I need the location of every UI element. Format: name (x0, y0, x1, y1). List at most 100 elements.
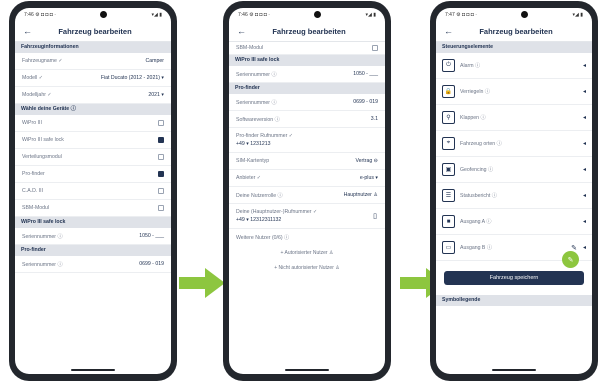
device-verteilungsmodul[interactable]: Verteilungsmodul (15, 149, 171, 166)
section-pro-finder: Pro-finder (15, 245, 171, 256)
device-wipro-safe-lock[interactable]: WiPro III safe lock (15, 132, 171, 149)
control-alarm[interactable]: ⏻ Alarm ⓘ ◂ (436, 53, 592, 79)
section-devices: Wähle deine Geräte ⓘ (15, 104, 171, 115)
app-bar: ← Fahrzeug bearbeiten (436, 21, 592, 42)
phone-icon[interactable]: ▯ (373, 212, 377, 220)
device-label: WiPro III (22, 120, 42, 126)
field-value: Fiat Ducato (2012 - 2021) ▾ (100, 75, 164, 81)
device-label: Pro-finder (22, 171, 45, 177)
field-label: Seriennummer ⓘ (236, 71, 277, 78)
field-label: Deine Nutzerrolle ⓘ (236, 192, 283, 199)
chevron-left-icon[interactable]: ◂ (583, 140, 586, 147)
camera-icon (314, 11, 322, 18)
status-bar: 7:47 ⚙ ◘ ◘ ◘ · ▾◢ ▮ (436, 8, 592, 21)
add-unauthorized-user-button[interactable]: + Nicht autorisierter Nutzer ♙ (229, 260, 385, 275)
checkbox[interactable] (158, 154, 164, 160)
field-label: Pro-finder Rufnummer ✓ (236, 133, 294, 139)
provider-select[interactable]: Anbieter ✓ e-plus ▾ (229, 170, 385, 187)
field-value: 1050 - ___ (139, 233, 164, 239)
geofence-icon: ▣ (442, 163, 455, 176)
field-label: SIM-Kartentyp (236, 158, 270, 164)
serial-number-field[interactable]: Seriennummer ⓘ 1050 - ___ (15, 228, 171, 245)
checkbox[interactable] (158, 205, 164, 211)
edit-fab-button[interactable]: ✎ (562, 251, 579, 268)
checkbox[interactable] (158, 120, 164, 126)
status-time: 7:46 ⚙ ◘ ◘ ◘ · (24, 11, 56, 18)
pro-finder-serial-field[interactable]: Seriennummer ⓘ 0699 - 019 (15, 256, 171, 273)
control-status-report[interactable]: ☰ Statusbericht ⓘ ◂ (436, 183, 592, 209)
power-icon: ⏻ (442, 59, 455, 72)
vehicle-name-field[interactable]: Fahrzeugname ✓ Camper (15, 53, 171, 70)
control-output-a[interactable]: ■ Ausgang A ⓘ ◂ (436, 209, 592, 235)
back-arrow-icon[interactable]: ← (444, 26, 462, 36)
device-cad-iii[interactable]: C.A.D. III (15, 183, 171, 200)
output-a-icon: ■ (442, 215, 455, 228)
field-value: 0699 - 019 (353, 99, 378, 105)
status-indicators: ▾◢ ▮ (151, 11, 162, 18)
status-bar: 7:46 ⚙ ◘ ◘ ◘ · ▾◢ ▮ (15, 8, 171, 21)
more-users-label: Weitere Nutzer (0/6) ⓘ (229, 229, 385, 245)
chevron-left-icon[interactable]: ◂ (583, 62, 586, 69)
user-role-field[interactable]: Deine Nutzerrolle ⓘ Hauptnutzer ♙ (229, 187, 385, 204)
page-title: Fahrzeug bearbeiten (272, 26, 346, 36)
chevron-left-icon[interactable]: ◂ (583, 192, 586, 199)
field-label: Seriennummer ⓘ (22, 261, 63, 268)
field-value: +49 ▾ 12312311132 (236, 217, 282, 223)
device-sbm-modul[interactable]: SBM-Modul (15, 200, 171, 217)
home-indicator (285, 369, 329, 371)
output-b-icon: ▭ (442, 241, 455, 254)
status-indicators: ▾◢ ▮ (572, 11, 583, 18)
software-version-field[interactable]: Softwareversion ⓘ 3.1 (229, 111, 385, 128)
phone-screen-3: 7:47 ⚙ ◘ ◘ ◘ · ▾◢ ▮ ← Fahrzeug bearbeite… (436, 8, 592, 374)
main-phone-field[interactable]: Deine (Hauptnutzer-)Rufnummer ✓ +49 ▾ 12… (229, 204, 385, 229)
chevron-left-icon[interactable]: ◂ (583, 244, 586, 251)
control-flaps[interactable]: ⚲ Klappen ⓘ ◂ (436, 105, 592, 131)
control-label: Fahrzeug orten ⓘ (460, 141, 502, 147)
phone-screen-2: 7:46 ⚙ ◘ ◘ ◘ · ▾◢ ▮ ← Fahrzeug bearbeite… (229, 8, 385, 374)
device-pro-finder[interactable]: Pro-finder (15, 166, 171, 183)
control-label: Verriegeln ⓘ (460, 89, 490, 95)
device-sbm-modul[interactable]: SBM-Modul (229, 42, 385, 55)
field-value: 3.1 (370, 116, 378, 122)
back-arrow-icon[interactable]: ← (23, 26, 41, 36)
control-lock[interactable]: 🔒 Verriegeln ⓘ ◂ (436, 79, 592, 105)
pro-finder-serial-field[interactable]: Seriennummer ⓘ 0699 - 019 (229, 94, 385, 111)
model-select[interactable]: Modell ✓ Fiat Ducato (2012 - 2021) ▾ (15, 70, 171, 87)
field-value: Camper (145, 58, 164, 64)
camera-icon (521, 11, 529, 18)
control-label: Alarm ⓘ (460, 63, 481, 69)
checkbox-checked[interactable] (158, 171, 164, 177)
back-arrow-icon[interactable]: ← (237, 26, 255, 36)
phone-frame-3: 7:47 ⚙ ◘ ◘ ◘ · ▾◢ ▮ ← Fahrzeug bearbeite… (430, 1, 598, 381)
serial-number-field[interactable]: Seriennummer ⓘ 1050 - ___ (229, 66, 385, 83)
chevron-left-icon[interactable]: ◂ (583, 88, 586, 95)
chevron-left-icon[interactable]: ◂ (583, 218, 586, 225)
chevron-left-icon[interactable]: ◂ (583, 166, 586, 173)
checkbox-checked[interactable] (158, 137, 164, 143)
pro-finder-phone-field[interactable]: Pro-finder Rufnummer ✓ +49 ▾ 1231213 (229, 128, 385, 153)
control-label: Klappen ⓘ (460, 115, 486, 121)
control-geofencing[interactable]: ▣ Geofencing ⓘ ◂ (436, 157, 592, 183)
save-vehicle-button[interactable]: Fahrzeug speichern (444, 271, 584, 285)
add-authorized-user-button[interactable]: + Autorisierter Nutzer ♙ (229, 245, 385, 260)
checkbox[interactable] (372, 45, 378, 51)
field-label: Fahrzeugname ✓ (22, 58, 63, 64)
field-label: Seriennummer ⓘ (236, 99, 277, 106)
status-time: 7:46 ⚙ ◘ ◘ ◘ · (238, 11, 270, 18)
model-year-select[interactable]: Modelljahr ✓ 2021 ▾ (15, 87, 171, 104)
field-value: 1050 - ___ (353, 71, 378, 77)
field-label: Modell ✓ (22, 75, 44, 81)
control-locate[interactable]: ⌖ Fahrzeug orten ⓘ ◂ (436, 131, 592, 157)
chevron-left-icon[interactable]: ◂ (583, 114, 586, 121)
field-label: Deine (Hauptnutzer-)Rufnummer ✓ (236, 209, 318, 215)
field-label: Softwareversion ⓘ (236, 116, 280, 123)
section-safe-lock: WiPro III safe lock (15, 217, 171, 228)
lock-icon: 🔒 (442, 85, 455, 98)
sim-type-toggle[interactable]: SIM-Kartentyp Vertrag ⊖ (229, 153, 385, 170)
phone-screen-1: 7:46 ⚙ ◘ ◘ ◘ · ▾◢ ▮ ← Fahrzeug bearbeite… (15, 8, 171, 374)
field-value: e-plus ▾ (359, 175, 378, 181)
home-indicator (492, 369, 536, 371)
device-wipro-iii[interactable]: WiPro III (15, 115, 171, 132)
checkbox[interactable] (158, 188, 164, 194)
home-indicator (71, 369, 115, 371)
